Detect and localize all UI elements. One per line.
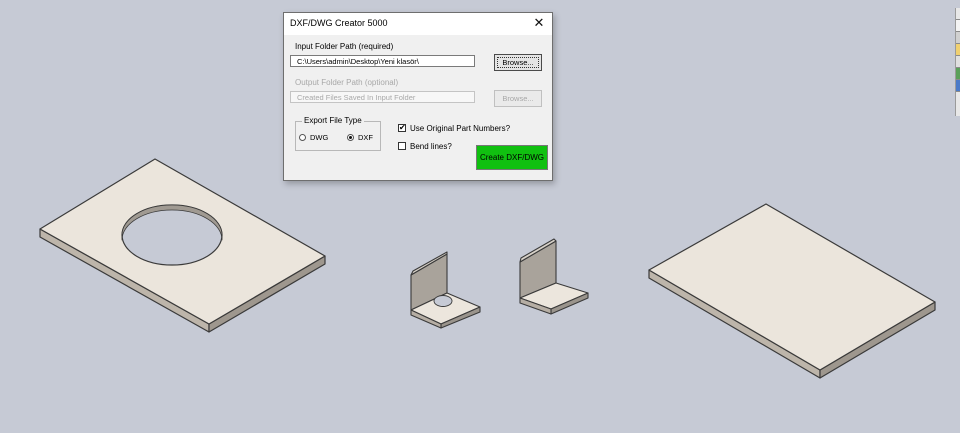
toolbar-button[interactable] [956,44,960,56]
bend-lines-checkbox[interactable] [398,142,406,150]
output-folder-label: Output Folder Path (optional) [295,78,399,87]
dxf-dwg-creator-dialog: DXF/DWG Creator 5000 ✕ Input Folder Path… [283,12,553,181]
output-folder-field[interactable] [290,91,475,103]
use-original-part-numbers-label: Use Original Part Numbers? [410,124,511,133]
browse-input-label: Browse... [497,57,539,68]
export-file-type-label: Export File Type [302,116,364,125]
toolbar-button[interactable] [956,56,960,68]
toolbar-button[interactable] [956,68,960,80]
plate-with-hole[interactable] [39,158,326,333]
radio-dxf[interactable] [347,134,354,141]
plain-plate[interactable] [648,203,936,379]
radio-dwg-label: DWG [310,133,329,142]
bracket-with-hole[interactable] [410,251,481,329]
browse-output-button[interactable]: Browse... [494,90,542,107]
use-original-part-numbers-checkbox[interactable]: ✔ [398,124,406,132]
export-file-type-group: Export File Type DWG DXF [295,116,381,151]
bracket-plain[interactable] [519,238,589,315]
close-icon[interactable]: ✕ [532,15,546,31]
toolbar-button[interactable] [956,20,960,32]
toolbar-button[interactable] [956,32,960,44]
toolbar-button[interactable] [956,8,960,20]
dialog-titlebar[interactable]: DXF/DWG Creator 5000 ✕ [284,13,552,35]
input-folder-label: Input Folder Path (required) [295,42,394,51]
input-folder-field[interactable] [290,55,475,67]
checkmark-icon: ✔ [399,123,406,132]
create-dxf-dwg-button[interactable]: Create DXF/DWG [476,145,548,170]
right-toolbar [955,8,960,116]
dialog-title: DXF/DWG Creator 5000 [290,18,388,28]
radio-dwg[interactable] [299,134,306,141]
radio-dot-icon [349,136,352,139]
bend-lines-label: Bend lines? [410,142,452,151]
radio-dxf-label: DXF [358,133,373,142]
browse-input-button[interactable]: Browse... [494,54,542,71]
toolbar-button[interactable] [956,80,960,92]
